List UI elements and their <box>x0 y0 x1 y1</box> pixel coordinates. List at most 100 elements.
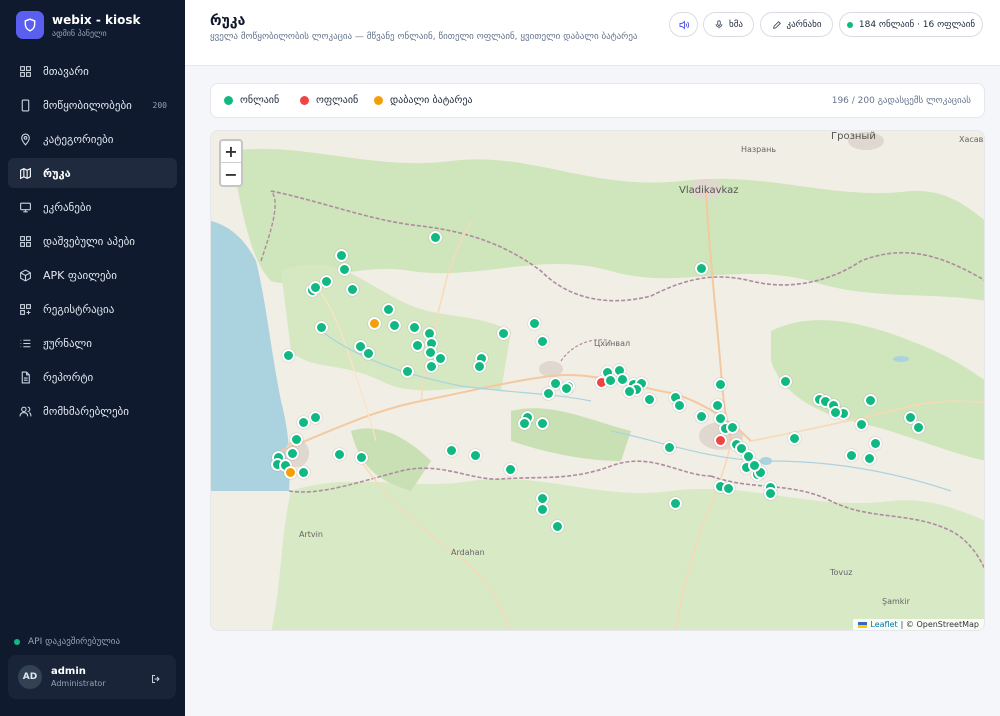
sidebar-item-label: ჟურნალი <box>43 336 92 350</box>
device-marker-online[interactable] <box>763 486 777 500</box>
speaker-button[interactable] <box>669 12 698 37</box>
register-grid-icon <box>18 302 32 316</box>
device-marker-online[interactable] <box>550 519 564 533</box>
device-marker-online[interactable] <box>428 230 442 244</box>
device-marker-online[interactable] <box>468 448 482 462</box>
device-marker-online[interactable] <box>285 446 299 460</box>
device-marker-online[interactable] <box>381 302 395 316</box>
device-marker-online[interactable] <box>828 405 842 419</box>
zoom-out-button[interactable]: − <box>221 163 241 185</box>
users-icon <box>18 404 32 418</box>
device-marker-online[interactable] <box>778 374 792 388</box>
city-label: Artvin <box>299 530 323 539</box>
sidebar-item-7[interactable]: რეგისტრაცია <box>8 294 177 324</box>
device-marker-offline[interactable] <box>713 433 727 447</box>
device-marker-online[interactable] <box>527 316 541 330</box>
device-marker-online[interactable] <box>332 447 346 461</box>
device-marker-online[interactable] <box>863 393 877 407</box>
device-marker-online[interactable] <box>725 420 739 434</box>
device-marker-online[interactable] <box>541 386 555 400</box>
voice-button[interactable]: ხმა <box>703 12 754 37</box>
device-marker-low-battery[interactable] <box>367 316 381 330</box>
device-marker-online[interactable] <box>672 398 686 412</box>
device-marker-online[interactable] <box>662 440 676 454</box>
device-marker-online[interactable] <box>642 392 656 406</box>
sidebar-item-label: რუკა <box>43 166 71 180</box>
voice-label: ხმა <box>729 19 743 30</box>
brand[interactable]: webix - kiosk ადმინ პანელი <box>0 0 185 50</box>
sidebar-item-8[interactable]: ჟურნალი <box>8 328 177 358</box>
legend-low-battery-label: დაბალი ბატარეა <box>390 95 473 106</box>
device-marker-online[interactable] <box>361 346 375 360</box>
status-pill-label: 184 ონლაინ · 16 ოფლაინ <box>858 19 976 30</box>
sidebar-item-10[interactable]: მომხმარებლები <box>8 396 177 426</box>
leaflet-link[interactable]: Leaflet <box>870 620 897 629</box>
user-role: Administrator <box>51 679 106 688</box>
device-marker-online[interactable] <box>713 377 727 391</box>
dictation-button[interactable]: კარნახი <box>760 12 833 37</box>
map-attribution: Leaflet | © OpenStreetMap <box>853 619 984 630</box>
device-marker-online[interactable] <box>289 432 303 446</box>
device-marker-online[interactable] <box>308 410 322 424</box>
device-marker-online[interactable] <box>334 248 348 262</box>
sidebar-item-5[interactable]: დაშვებული აპები <box>8 226 177 256</box>
device-marker-online[interactable] <box>424 359 438 373</box>
brand-title: webix - kiosk <box>52 12 141 27</box>
device-marker-online[interactable] <box>496 326 510 340</box>
device-marker-online[interactable] <box>444 443 458 457</box>
device-marker-online[interactable] <box>407 320 421 334</box>
zoom-control: + − <box>219 139 243 187</box>
device-marker-online[interactable] <box>472 359 486 373</box>
device-marker-online[interactable] <box>503 462 517 476</box>
sidebar-item-1[interactable]: მოწყობილობები 200 <box>8 90 177 120</box>
device-marker-online[interactable] <box>868 436 882 450</box>
device-marker-online[interactable] <box>410 338 424 352</box>
device-marker-online[interactable] <box>337 262 351 276</box>
device-marker-online[interactable] <box>862 451 876 465</box>
device-marker-online[interactable] <box>694 261 708 275</box>
ukraine-flag-icon <box>858 621 868 628</box>
device-marker-online[interactable] <box>694 409 708 423</box>
device-marker-online[interactable] <box>710 398 724 412</box>
device-marker-online[interactable] <box>535 502 549 516</box>
offline-dot-icon <box>300 96 309 105</box>
device-marker-online[interactable] <box>354 450 368 464</box>
device-marker-online[interactable] <box>400 364 414 378</box>
device-marker-online[interactable] <box>535 334 549 348</box>
device-marker-online[interactable] <box>911 420 925 434</box>
device-map[interactable]: Грозный Vladikavkaz Назрань Хасавю Artvi… <box>210 130 985 631</box>
device-marker-online[interactable] <box>668 496 682 510</box>
device-marker-online[interactable] <box>314 320 328 334</box>
device-marker-low-battery[interactable] <box>283 465 297 479</box>
sidebar-item-2[interactable]: კატეგორიები <box>8 124 177 154</box>
sidebar-item-label: რეპორტი <box>43 370 94 384</box>
device-marker-online[interactable] <box>747 458 761 472</box>
zoom-in-button[interactable]: + <box>221 141 241 163</box>
device-marker-online[interactable] <box>559 381 573 395</box>
osm-attribution[interactable]: | © OpenStreetMap <box>901 620 979 629</box>
sidebar-item-4[interactable]: ეკრანები <box>8 192 177 222</box>
device-marker-online[interactable] <box>787 431 801 445</box>
device-marker-online[interactable] <box>844 448 858 462</box>
api-status: API დაკავშირებულია <box>14 637 120 647</box>
device-marker-online[interactable] <box>517 416 531 430</box>
user-card[interactable]: AD admin Administrator <box>8 655 176 699</box>
device-marker-online[interactable] <box>296 415 310 429</box>
logout-icon[interactable] <box>150 670 162 689</box>
device-marker-online[interactable] <box>721 481 735 495</box>
device-marker-online[interactable] <box>345 282 359 296</box>
device-marker-online[interactable] <box>535 416 549 430</box>
device-marker-online[interactable] <box>296 465 310 479</box>
device-marker-online[interactable] <box>308 280 322 294</box>
device-marker-online[interactable] <box>603 373 617 387</box>
sidebar-item-label: დაშვებული აპები <box>43 234 135 248</box>
sidebar-item-0[interactable]: მთავარი <box>8 56 177 86</box>
device-marker-online[interactable] <box>387 318 401 332</box>
device-marker-online[interactable] <box>854 417 868 431</box>
avatar: AD <box>18 665 42 689</box>
sidebar-item-6[interactable]: APK ფაილები <box>8 260 177 290</box>
device-marker-online[interactable] <box>281 348 295 362</box>
device-marker-online[interactable] <box>622 384 636 398</box>
sidebar-item-9[interactable]: რეპორტი <box>8 362 177 392</box>
sidebar-item-3[interactable]: რუკა <box>8 158 177 188</box>
